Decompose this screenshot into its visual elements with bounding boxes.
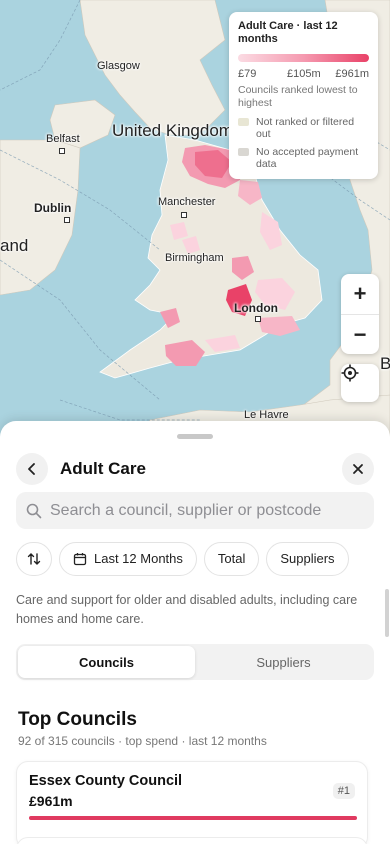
rank-badge: #1: [332, 783, 355, 799]
calendar-icon: [73, 552, 87, 565]
period-filter-label: Last 12 Months: [94, 551, 183, 566]
city-marker-dublin: [64, 217, 70, 223]
section-subtitle: 92 of 315 councils · top spend · last 12…: [18, 734, 267, 748]
metric-filter-label: Total: [217, 551, 246, 566]
legend-note: Councils ranked lowest to highest: [238, 84, 358, 109]
search-icon: [26, 503, 42, 518]
council-card[interactable]: Essex County Council £961m #1: [16, 761, 368, 844]
map-label-ireland: and: [0, 236, 29, 255]
sheet-scrollbar[interactable]: [385, 589, 389, 637]
map-label-birmingham: Birmingham: [165, 252, 224, 264]
legend-scale: £79 £105m £961m: [238, 68, 369, 80]
close-button[interactable]: [342, 453, 374, 485]
map-label-belfast: Belfast: [46, 133, 80, 145]
crosshair-icon: [341, 364, 359, 382]
period-filter-chip[interactable]: Last 12 Months: [59, 541, 197, 576]
city-marker-belfast: [59, 148, 65, 154]
legend-gradient: [238, 54, 369, 62]
map-legend: Adult Care · last 12 months £79 £105m £9…: [229, 12, 378, 179]
map-view[interactable]: Glasgow Belfast Dublin and United Kingdo…: [0, 0, 390, 440]
council-name: Essex County Council: [29, 773, 183, 789]
sort-button[interactable]: [16, 541, 52, 576]
category-description: Care and support for older and disabled …: [16, 593, 358, 626]
sheet-title: Adult Care: [60, 459, 146, 478]
locate-me-button[interactable]: [341, 364, 379, 402]
map-label-glasgow: Glasgow: [97, 60, 140, 72]
council-card-next[interactable]: [16, 837, 368, 844]
search-input[interactable]: [50, 501, 350, 520]
legend-item-label: No accepted payment data: [256, 146, 359, 170]
legend-min: £79: [238, 68, 257, 80]
legend-item-not-ranked: Not ranked or filtered out: [238, 116, 369, 140]
chevron-left-icon: [28, 463, 35, 475]
map-label-london: London: [234, 301, 278, 315]
tab-councils[interactable]: Councils: [18, 646, 195, 678]
map-label-edge: B: [380, 354, 390, 373]
suppliers-filter-label: Suppliers: [280, 551, 335, 566]
map-label-manchester: Manchester: [158, 196, 216, 208]
legend-swatch: [238, 118, 249, 126]
tab-suppliers[interactable]: Suppliers: [195, 646, 372, 678]
legend-max: £961m: [335, 68, 369, 80]
legend-mid: £105m: [287, 68, 321, 80]
zoom-controls: + −: [341, 274, 379, 354]
sheet-drag-handle[interactable]: [177, 434, 213, 439]
city-marker-manchester: [181, 212, 187, 218]
spend-bar-fill: [29, 816, 357, 820]
zoom-out-button[interactable]: −: [341, 314, 379, 354]
suppliers-filter-chip[interactable]: Suppliers: [266, 541, 349, 576]
map-label-united-kingdom: United Kingdom: [112, 121, 233, 140]
close-icon: [353, 464, 363, 474]
legend-item-no-data: No accepted payment data: [238, 146, 369, 170]
legend-title: Adult Care · last 12 months: [238, 20, 338, 45]
sheet-header: Adult Care: [16, 451, 374, 487]
metric-filter-chip[interactable]: Total: [203, 541, 260, 576]
zoom-in-button[interactable]: +: [341, 274, 379, 314]
legend-item-label: Not ranked or filtered out: [256, 116, 355, 140]
bottom-sheet: Adult Care Search a council, supplier or…: [0, 421, 390, 844]
section-title: Top Councils: [18, 709, 137, 730]
map-label-dublin: Dublin: [34, 201, 72, 215]
back-button[interactable]: [16, 453, 48, 485]
city-marker-london: [255, 316, 261, 322]
council-amount: £961m: [29, 793, 73, 809]
sort-arrows-icon: [27, 552, 41, 565]
legend-swatch: [238, 148, 249, 156]
search-bar: [16, 492, 374, 529]
map-label-le-havre: Le Havre: [244, 409, 289, 421]
view-toggle: Councils Suppliers: [16, 644, 374, 680]
filter-chips: Last 12 Months Total Suppliers: [16, 541, 356, 576]
spend-bar: [29, 816, 357, 820]
